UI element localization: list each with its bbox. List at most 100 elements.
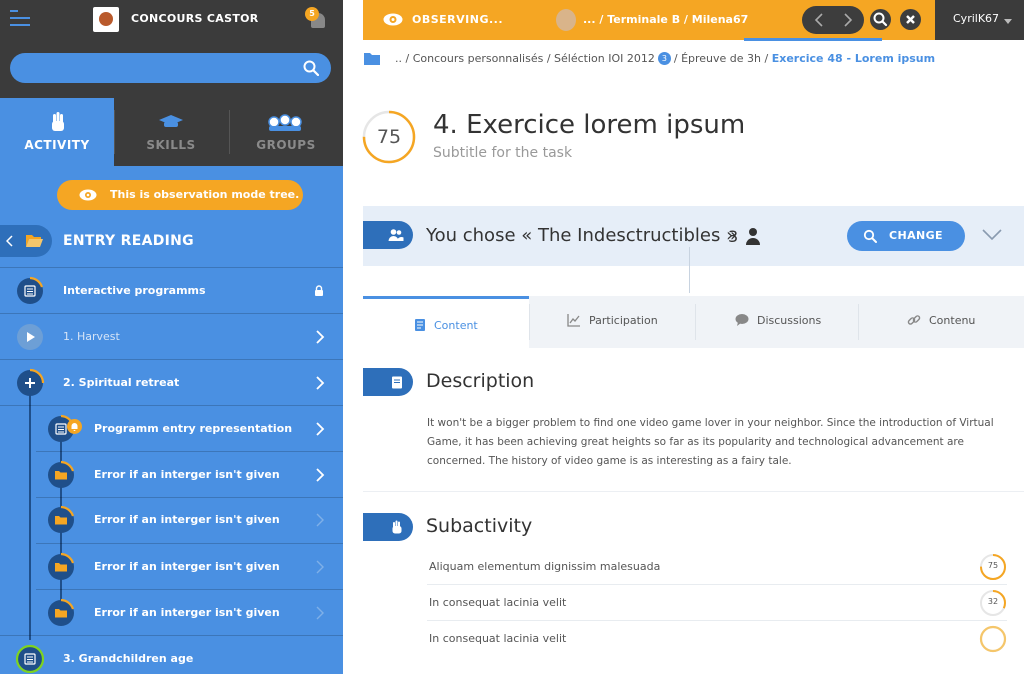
- change-label: CHANGE: [889, 229, 943, 242]
- chevron-right-icon[interactable]: [314, 375, 326, 391]
- tab-label: Participation: [589, 314, 658, 327]
- folder-icon[interactable]: [364, 52, 380, 65]
- users-icon: [388, 229, 404, 241]
- breadcrumb-item[interactable]: / Épreuve de 3h /: [674, 52, 768, 65]
- tab-discussions[interactable]: Discussions: [695, 296, 858, 348]
- breadcrumb-item[interactable]: ..: [395, 52, 406, 65]
- progress-ring: [60, 598, 75, 610]
- tree-item[interactable]: 3. Grandchildren age: [0, 636, 343, 674]
- tab-label: GROUPS: [256, 138, 316, 152]
- connector-line: [689, 247, 690, 293]
- chevron-right-icon[interactable]: [314, 605, 326, 621]
- divider: [363, 491, 1024, 492]
- breadcrumb-current: Exercice 48 - Lorem ipsum: [771, 52, 936, 65]
- chevron-down-icon[interactable]: [982, 229, 1002, 241]
- progress-ring: [60, 460, 75, 472]
- tree-item[interactable]: Programm entry representation: [0, 406, 343, 452]
- subactivity-row[interactable]: Aliquam elementum dignissim malesuada 75: [427, 549, 1007, 585]
- breadcrumb-item[interactable]: / Concours personnalisés: [406, 52, 547, 65]
- subactivity-title: Subactivity: [426, 515, 533, 537]
- open-folder-icon: [26, 235, 43, 247]
- close-observation-button[interactable]: [900, 9, 921, 30]
- progress-ring: [29, 276, 44, 288]
- search-icon[interactable]: [303, 60, 319, 76]
- tree-item-label: Error if an interger isn't given: [94, 468, 280, 481]
- chevron-right-icon[interactable]: [314, 421, 326, 437]
- app-title: CONCOURS CASTOR: [131, 12, 259, 25]
- description-badge: [363, 368, 413, 396]
- tree-item[interactable]: Error if an interger isn't given: [0, 452, 343, 498]
- hand-icon: [392, 520, 402, 534]
- tree-item[interactable]: 2. Spiritual retreat: [0, 360, 343, 406]
- task-score: 75: [376, 126, 402, 148]
- chevron-right-icon[interactable]: [314, 512, 326, 528]
- chevron-right-icon[interactable]: [314, 329, 326, 345]
- search-input[interactable]: [20, 53, 300, 83]
- team-member-count: 3: [728, 227, 739, 246]
- tab-label: SKILLS: [146, 138, 196, 152]
- subactivity-score: 75: [987, 561, 999, 570]
- close-icon: [906, 15, 915, 24]
- activity-sidebar: CONCOURS CASTOR 5 ACTIVITY SKILLS GROUPS…: [0, 0, 343, 674]
- person-icon: [746, 228, 760, 245]
- chevron-right-icon[interactable]: [314, 467, 326, 483]
- subactivity-label: In consequat lacinia velit: [429, 596, 567, 609]
- tree-item[interactable]: 1. Harvest: [0, 314, 343, 360]
- group-icon: [268, 114, 302, 131]
- breadcrumb: .. / Concours personnalisés / Séléction …: [395, 52, 935, 65]
- page-title: 4. Exercice lorem ipsum: [433, 110, 746, 140]
- chat-bubble-icon: [735, 314, 749, 326]
- subactivity-row[interactable]: In consequat lacinia velit: [427, 621, 1007, 657]
- chevron-left-icon: [6, 235, 13, 247]
- avatar: [556, 9, 576, 31]
- chevron-left-icon[interactable]: [811, 12, 827, 28]
- tab-content[interactable]: Content: [363, 296, 529, 348]
- tree-item[interactable]: Error if an interger isn't given: [0, 590, 343, 636]
- search-icon: [863, 229, 877, 243]
- progress-ring: [60, 505, 75, 517]
- subactivity-label: In consequat lacinia velit: [429, 632, 567, 645]
- tree-item[interactable]: Interactive programms: [0, 268, 343, 314]
- play-icon: [17, 324, 43, 350]
- breadcrumb-item[interactable]: / Séléction IOI 2012: [547, 52, 655, 65]
- team-badge: [363, 221, 413, 249]
- bell-icon: [67, 419, 82, 434]
- search-bar: [10, 53, 331, 83]
- chart-icon: [567, 314, 580, 327]
- tab-groups[interactable]: GROUPS: [229, 98, 343, 166]
- tab-participation[interactable]: Participation: [529, 296, 695, 348]
- tab-label: ACTIVITY: [24, 138, 90, 152]
- tree-item-label: Error if an interger isn't given: [94, 560, 280, 573]
- search-icon: [873, 12, 888, 27]
- observed-user: Milena67: [691, 13, 749, 26]
- notification-badge[interactable]: 5: [305, 7, 319, 21]
- count-badge: 3: [657, 52, 671, 65]
- tree-item[interactable]: Error if an interger isn't given: [0, 544, 343, 590]
- description-text: It won't be a bigger problem to find one…: [427, 417, 994, 467]
- chevron-right-icon[interactable]: [840, 12, 856, 28]
- observation-underline: [744, 38, 882, 41]
- eye-icon: [79, 189, 97, 201]
- tab-skills[interactable]: SKILLS: [114, 98, 228, 166]
- caret-down-icon[interactable]: [1004, 19, 1012, 24]
- tree-item[interactable]: Error if an interger isn't given: [0, 497, 343, 543]
- tab-activity[interactable]: ACTIVITY: [0, 98, 114, 166]
- observed-path: ... / Terminale B /: [583, 13, 692, 26]
- username[interactable]: CyrilK67: [953, 12, 999, 25]
- tree-item-label: 1. Harvest: [63, 330, 120, 343]
- tree-item-label: Error if an interger isn't given: [94, 606, 280, 619]
- menu-icon[interactable]: [10, 10, 30, 30]
- observation-mode-notice: This is observation mode tree.: [57, 180, 303, 210]
- hand-icon: [52, 112, 64, 131]
- observed-user-path[interactable]: ... / Terminale B / Milena67: [583, 13, 748, 26]
- change-team-button[interactable]: CHANGE: [847, 221, 965, 251]
- chevron-right-icon[interactable]: [314, 559, 326, 575]
- team-choice-text: You chose « The Indesctructibles »: [426, 225, 738, 246]
- lock-icon: [315, 285, 323, 296]
- tab-contenu[interactable]: Contenu: [858, 296, 1024, 348]
- eye-icon: [383, 13, 403, 26]
- subactivity-label: Aliquam elementum dignissim malesuada: [429, 560, 661, 573]
- entry-back-button[interactable]: [0, 225, 52, 257]
- search-button[interactable]: [870, 9, 891, 30]
- subactivity-row[interactable]: In consequat lacinia velit 32: [427, 585, 1007, 621]
